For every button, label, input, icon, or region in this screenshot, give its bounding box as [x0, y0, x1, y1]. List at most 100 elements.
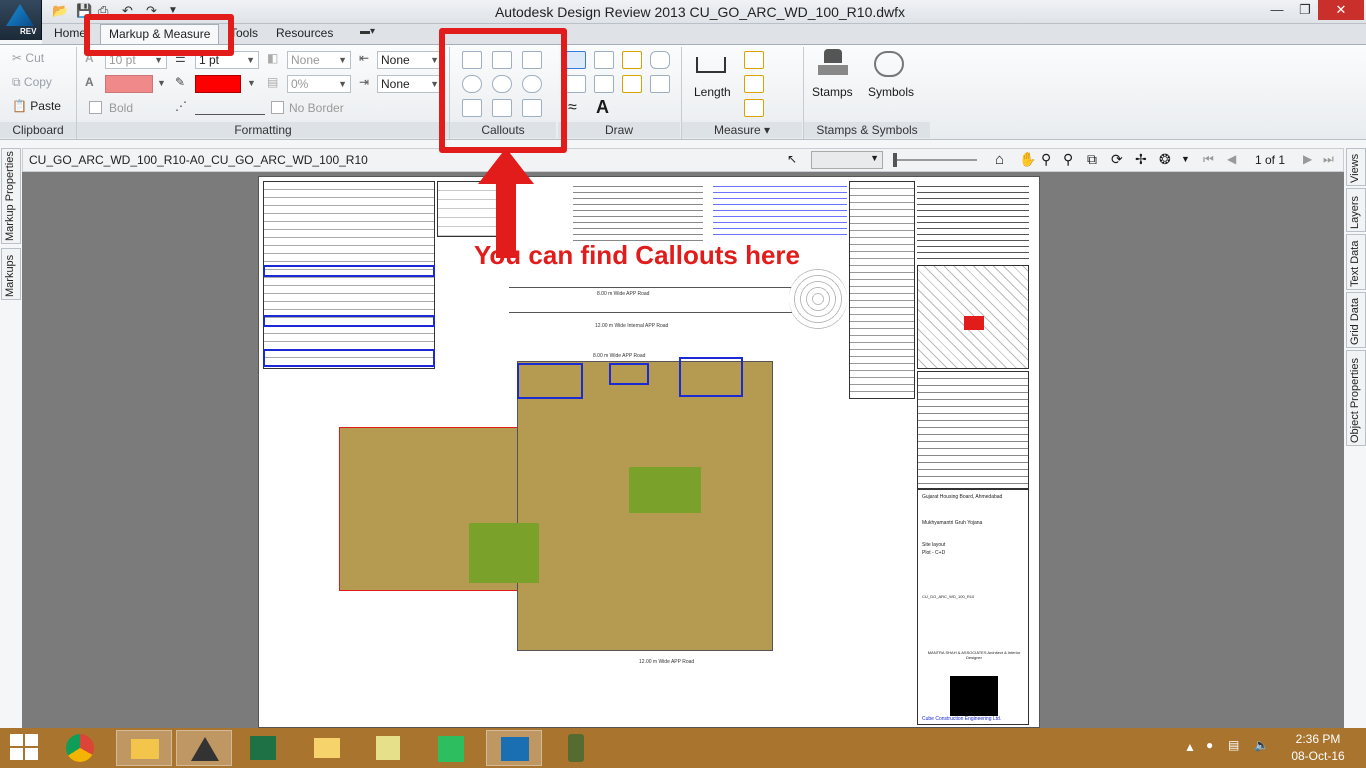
transparency-combo[interactable]: 0% ▼ [287, 75, 351, 93]
markup-rectangle[interactable] [263, 349, 435, 367]
markup-rectangle[interactable] [679, 357, 743, 397]
measure-angle-icon[interactable] [744, 75, 764, 93]
draw-panel-title: Draw [558, 122, 680, 138]
grid-data-tab[interactable]: Grid Data [1346, 292, 1366, 348]
measure-area-icon[interactable] [744, 51, 764, 69]
fit-to-window-icon[interactable]: ⧉ [1087, 151, 1097, 168]
text-data-tab[interactable]: Text Data [1346, 234, 1366, 290]
maximize-button[interactable]: ❐ [1290, 0, 1320, 20]
line-color-swatch[interactable] [195, 75, 241, 93]
zoom-rectangle-icon[interactable]: ⚲ [1063, 151, 1073, 168]
text-color-swatch[interactable] [105, 75, 153, 93]
orbit-icon[interactable]: ⟳ [1111, 151, 1123, 168]
first-page-icon[interactable]: ⏮ [1203, 152, 1214, 167]
markup-properties-tab[interactable]: Markup Properties [1, 148, 21, 244]
transparency-icon: ▤ [267, 75, 279, 89]
markup-rectangle[interactable] [609, 363, 649, 385]
document-name: CU_GO_ARC_WD_100_R10-A0_CU_GO_ARC_WD_100… [29, 153, 368, 167]
markup-rectangle[interactable] [263, 315, 435, 327]
open-icon[interactable]: 📂 [52, 3, 68, 21]
close-button[interactable]: ✕ [1318, 0, 1364, 20]
symbols-label[interactable]: Symbols [868, 85, 914, 99]
views-tab[interactable]: Views [1346, 148, 1366, 186]
ribbon-options-icon[interactable]: ▬▾ [360, 26, 384, 41]
line-style-combo[interactable] [195, 99, 265, 115]
zoom-slider-thumb[interactable] [893, 153, 897, 167]
bold-checkbox[interactable] [89, 101, 102, 114]
layers-tab[interactable]: Layers [1346, 188, 1366, 232]
zoom-slider[interactable] [893, 159, 977, 161]
paste-button[interactable]: 📋 Paste [12, 99, 61, 113]
text-tool-icon[interactable]: A [596, 97, 609, 118]
fill-combo[interactable]: None ▼ [287, 51, 351, 69]
volume-icon[interactable]: 🔈 [1254, 738, 1269, 752]
excel-logo [250, 736, 276, 760]
zoom-combo[interactable]: ▼ [811, 151, 883, 169]
chevron-down-icon[interactable]: ▼ [157, 78, 166, 88]
tray-app-icon[interactable]: ● [1206, 738, 1213, 752]
tab-resources[interactable]: Resources [268, 24, 341, 44]
clock-time[interactable]: 2:36 PM [1290, 732, 1346, 746]
autocad-icon[interactable] [176, 730, 232, 766]
object-properties-tab[interactable]: Object Properties [1346, 350, 1366, 446]
drawing-number: CU_GO_ARC_WD_100_R10 [922, 594, 975, 599]
revision-table [917, 371, 1029, 489]
network-icon[interactable]: ▤ [1228, 738, 1239, 752]
design-review-logo [501, 737, 529, 761]
no-border-checkbox[interactable] [271, 101, 284, 114]
sheet-subtitle: Plot - C+D [922, 550, 946, 556]
chevron-down-icon[interactable]: ▼ [1181, 154, 1190, 164]
home-icon[interactable]: ⌂ [995, 151, 1004, 168]
measure-panel-title[interactable]: Measure ▾ [682, 122, 802, 138]
line-end-combo[interactable]: None ▼ [377, 75, 443, 93]
last-page-icon[interactable]: ⏭ [1323, 152, 1334, 167]
design-review-icon[interactable] [486, 730, 542, 766]
minimize-button[interactable]: — [1262, 0, 1292, 20]
cut-button[interactable]: ✂ Cut [12, 51, 44, 65]
highlighter-tool-icon[interactable] [622, 75, 642, 93]
line-tool-icon[interactable] [566, 51, 586, 69]
pan-hand-icon[interactable]: ✋ [1019, 151, 1036, 168]
zoom-icon[interactable]: ⚲ [1041, 151, 1051, 168]
outlook-icon[interactable] [300, 730, 356, 766]
cut-label: Cut [25, 51, 45, 65]
select-cursor-icon[interactable]: ↖ [787, 152, 797, 166]
walk-icon[interactable]: ✢ [1135, 151, 1147, 168]
symbols-icon[interactable] [874, 51, 904, 77]
spring-tool-icon[interactable]: ≈ [568, 99, 577, 117]
sticky-notes-icon[interactable] [362, 730, 418, 766]
clock-date[interactable]: 08-Oct-16 [1290, 749, 1346, 763]
cloud-tool-icon[interactable] [650, 51, 670, 69]
markups-tab[interactable]: Markups [1, 248, 21, 300]
next-page-icon[interactable]: ▶ [1303, 152, 1312, 166]
steering-wheel-icon[interactable]: ❂ [1159, 151, 1171, 168]
circle-pattern [789, 269, 847, 329]
stamps-button[interactable] [818, 49, 848, 79]
shape-tool-icon[interactable] [650, 75, 670, 93]
previous-page-icon[interactable]: ◀ [1227, 152, 1236, 166]
callouts-annotation-text: You can find Callouts here [474, 240, 801, 270]
key-plan [917, 265, 1029, 369]
file-explorer-icon[interactable] [116, 730, 172, 766]
evernote-icon[interactable] [424, 730, 480, 766]
markup-rectangle[interactable] [263, 265, 435, 277]
measure-perimeter-icon[interactable] [744, 99, 764, 117]
tray-chevron-icon[interactable]: ▲ [1184, 740, 1196, 754]
copy-button[interactable]: ⧉ Copy [12, 75, 52, 90]
line-start-combo[interactable]: None ▼ [377, 51, 443, 69]
chevron-down-icon[interactable]: ▼ [247, 78, 256, 88]
chrome-icon[interactable] [54, 730, 110, 766]
windows-start-icon[interactable] [10, 734, 40, 762]
polyline-tool-icon[interactable] [566, 75, 586, 93]
application-menu-button[interactable]: REV [0, 0, 42, 40]
outlook-logo [314, 738, 340, 758]
markup-rectangle[interactable] [517, 363, 583, 399]
rectangle-tool-icon[interactable] [594, 51, 614, 69]
arc-tool-icon[interactable] [594, 75, 614, 93]
excel-icon[interactable] [236, 730, 292, 766]
stamps-label[interactable]: Stamps [812, 85, 853, 99]
pencil-tool-icon[interactable] [622, 51, 642, 69]
line-style-icon: ⋰ [175, 99, 187, 113]
phone-app-icon[interactable] [548, 730, 604, 766]
length-button[interactable]: Length [694, 85, 731, 99]
